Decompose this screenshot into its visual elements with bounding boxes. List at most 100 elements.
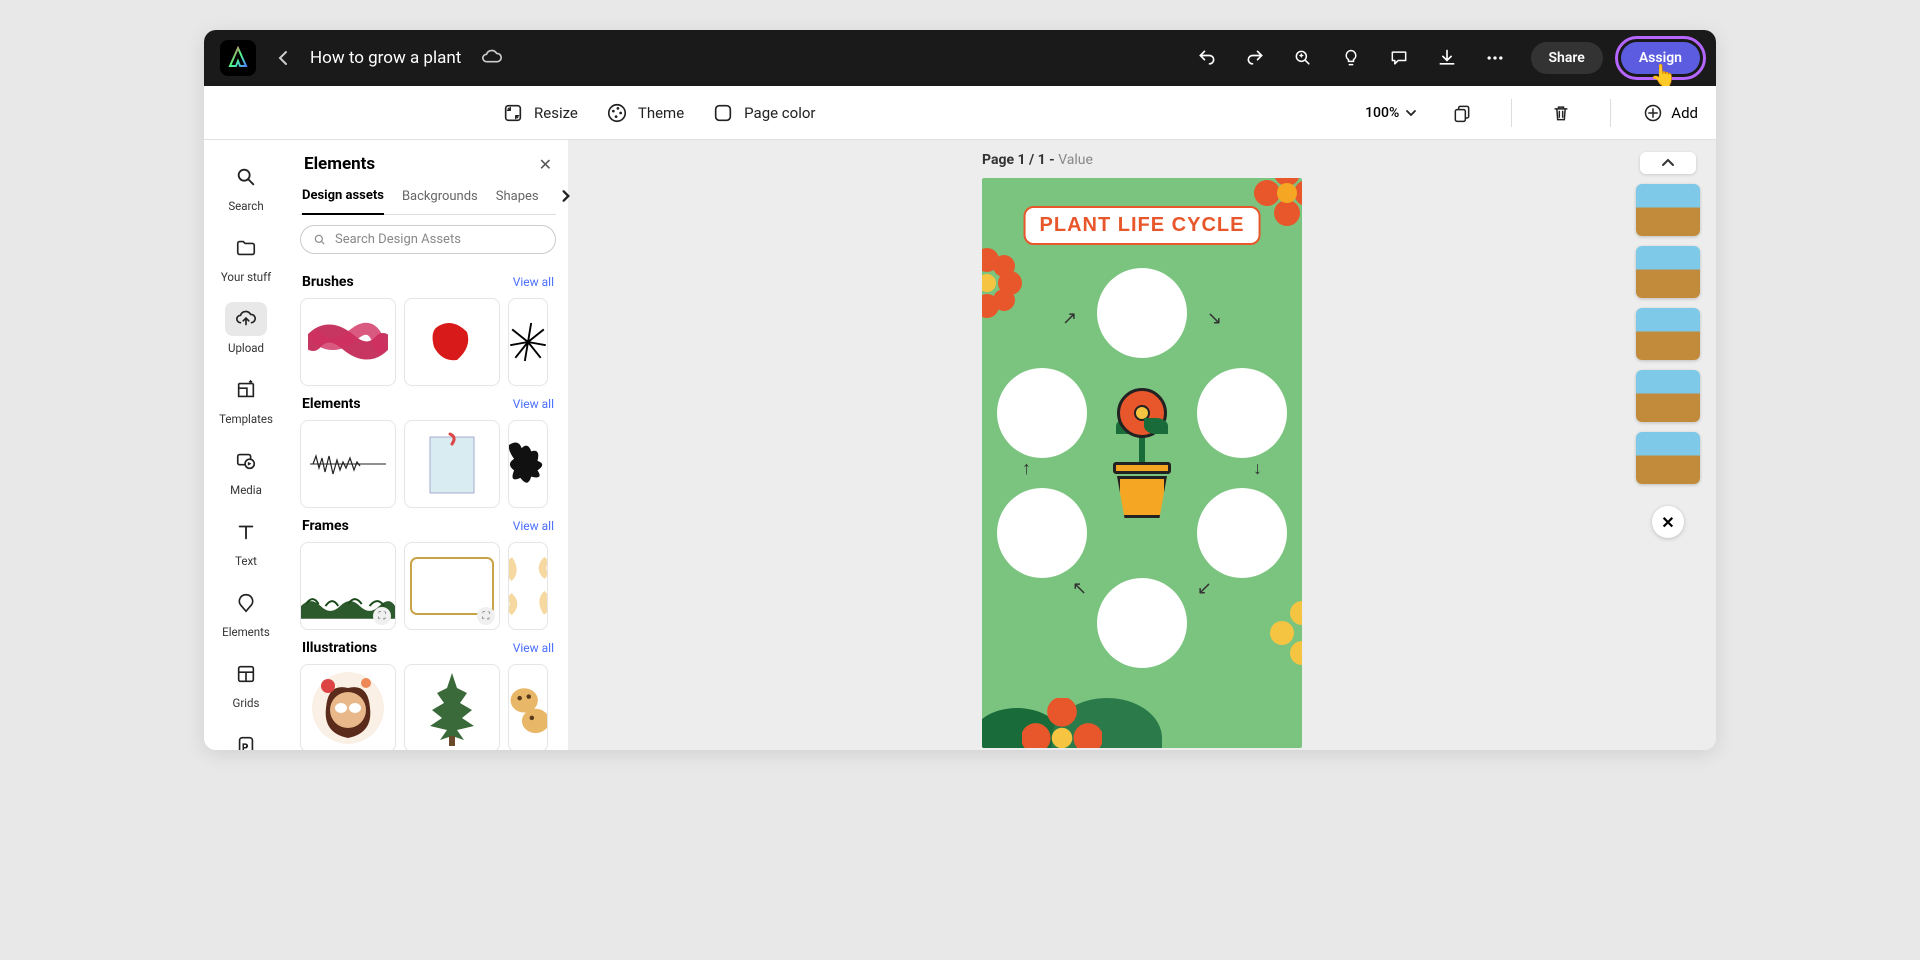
page-color-label: Page color [744,104,815,122]
rail-templates[interactable]: Templates [210,367,282,432]
brushes-view-all[interactable]: View all [513,275,554,289]
arrow-icon: ↖ [1072,578,1087,599]
tab-backgrounds[interactable]: Backgrounds [402,183,478,214]
arrow-icon: ↘ [1207,308,1222,329]
search-icon [313,233,327,247]
folder-icon [235,237,257,259]
brush-thumb-1[interactable] [300,298,396,386]
section-elements-title: Elements [302,396,361,412]
frame-thumb-1[interactable]: ⛶ [300,542,396,630]
rail-upload[interactable]: Upload [210,296,282,361]
rail-your-stuff[interactable]: Your stuff [210,225,282,290]
page-thumbnail[interactable] [1636,184,1700,236]
media-icon [235,450,257,472]
cycle-circle [997,368,1087,458]
illustration-thumb-2[interactable] [404,664,500,750]
panel-close-button[interactable]: ✕ [539,155,552,174]
upload-icon [235,308,257,330]
rail-elements[interactable]: Elements [210,580,282,645]
expand-icon: ⛶ [477,607,495,625]
canvas-page[interactable]: PLANT LIFE CYCLE ↘ ↓ ↙ ↖ ↑ ↗ [982,178,1302,748]
cloud-sync-icon[interactable] [481,47,503,69]
download-icon[interactable] [1429,40,1465,76]
assign-label: Assign [1639,50,1682,66]
frame-thumb-2[interactable]: ⛶ [404,542,500,630]
page-number: Page 1 / 1 - [982,152,1058,168]
rail-elements-label: Elements [222,625,270,639]
cycle-circle [997,488,1087,578]
elements-view-all[interactable]: View all [513,397,554,411]
add-label: Add [1671,104,1698,122]
section-illustrations-title: Illustrations [302,640,377,656]
frames-view-all[interactable]: View all [513,519,554,533]
element-thumb-1[interactable] [300,420,396,508]
rail-grids[interactable]: Grids [210,651,282,716]
arrow-icon: ↑ [1022,458,1031,479]
brush-thumb-2[interactable] [404,298,500,386]
page-thumbnail[interactable] [1636,432,1700,484]
cycle-circle [1097,578,1187,668]
page-thumbnail[interactable] [1636,370,1700,422]
theme-tool[interactable]: Theme [606,102,684,124]
share-button[interactable]: Share [1531,42,1603,74]
chevron-up-icon [1661,158,1675,168]
cycle-circle [1097,268,1187,358]
illustrations-view-all[interactable]: View all [513,641,554,655]
document-title[interactable]: How to grow a plant [310,48,461,68]
illustration-thumb-1[interactable] [300,664,396,750]
redo-button[interactable] [1237,40,1273,76]
center-flower-illustration [1102,388,1182,528]
close-thumbnails[interactable]: ✕ [1652,506,1684,538]
search-icon [235,166,257,188]
duplicate-page-icon[interactable] [1445,96,1479,130]
more-icon[interactable] [1477,40,1513,76]
zoom-dropdown[interactable]: 100% [1365,105,1417,121]
element-thumb-2[interactable] [404,420,500,508]
page-thumbnail[interactable] [1636,308,1700,360]
rail-search[interactable]: Search [210,154,282,219]
tabs-scroll-right[interactable] [557,185,575,211]
element-thumb-3[interactable] [508,420,548,508]
frame-thumb-3[interactable] [508,542,548,630]
resize-tool[interactable]: Resize [502,102,578,124]
rail-text[interactable]: Text [210,509,282,574]
rail-search-label: Search [228,199,263,213]
search-placeholder: Search Design Assets [335,232,461,247]
add-page-button[interactable]: Add [1643,103,1698,123]
section-brushes-title: Brushes [302,274,354,290]
delete-page-icon[interactable] [1544,96,1578,130]
plus-circle-icon [1643,103,1663,123]
theme-label: Theme [638,104,684,122]
toolbar-divider [1610,99,1611,127]
assign-button[interactable]: Assign 👆 [1621,42,1700,74]
page-value: Value [1058,152,1093,168]
brush-thumb-3[interactable] [508,298,548,386]
page-thumbnail[interactable] [1636,246,1700,298]
decoration-flower [1022,698,1102,748]
theme-icon [606,102,628,124]
text-icon [235,521,257,543]
page-color-tool[interactable]: Page color [712,102,815,124]
tips-icon[interactable] [1333,40,1369,76]
rail-templates-label: Templates [219,412,273,426]
arrow-icon: ↙ [1197,578,1212,599]
undo-button[interactable] [1189,40,1225,76]
rail-brands[interactable] [210,722,282,750]
back-button[interactable] [270,44,298,72]
expand-icon: ⛶ [373,607,391,625]
tab-design-assets[interactable]: Design assets [302,182,384,215]
tab-shapes[interactable]: Shapes [496,183,539,214]
comment-icon[interactable] [1381,40,1417,76]
section-frames-title: Frames [302,518,349,534]
resize-label: Resize [534,104,578,122]
search-assets-input[interactable]: Search Design Assets [300,225,556,254]
page-label: Page 1 / 1 - Value [982,152,1302,168]
chevron-down-icon [1405,107,1417,119]
app-logo[interactable] [220,40,256,76]
collapse-thumbnails[interactable] [1640,152,1696,174]
rail-media[interactable]: Media [210,438,282,503]
rail-upload-label: Upload [228,341,264,355]
illustration-thumb-3[interactable] [508,664,548,750]
arrow-icon: ↗ [1062,308,1077,329]
magic-icon[interactable] [1285,40,1321,76]
